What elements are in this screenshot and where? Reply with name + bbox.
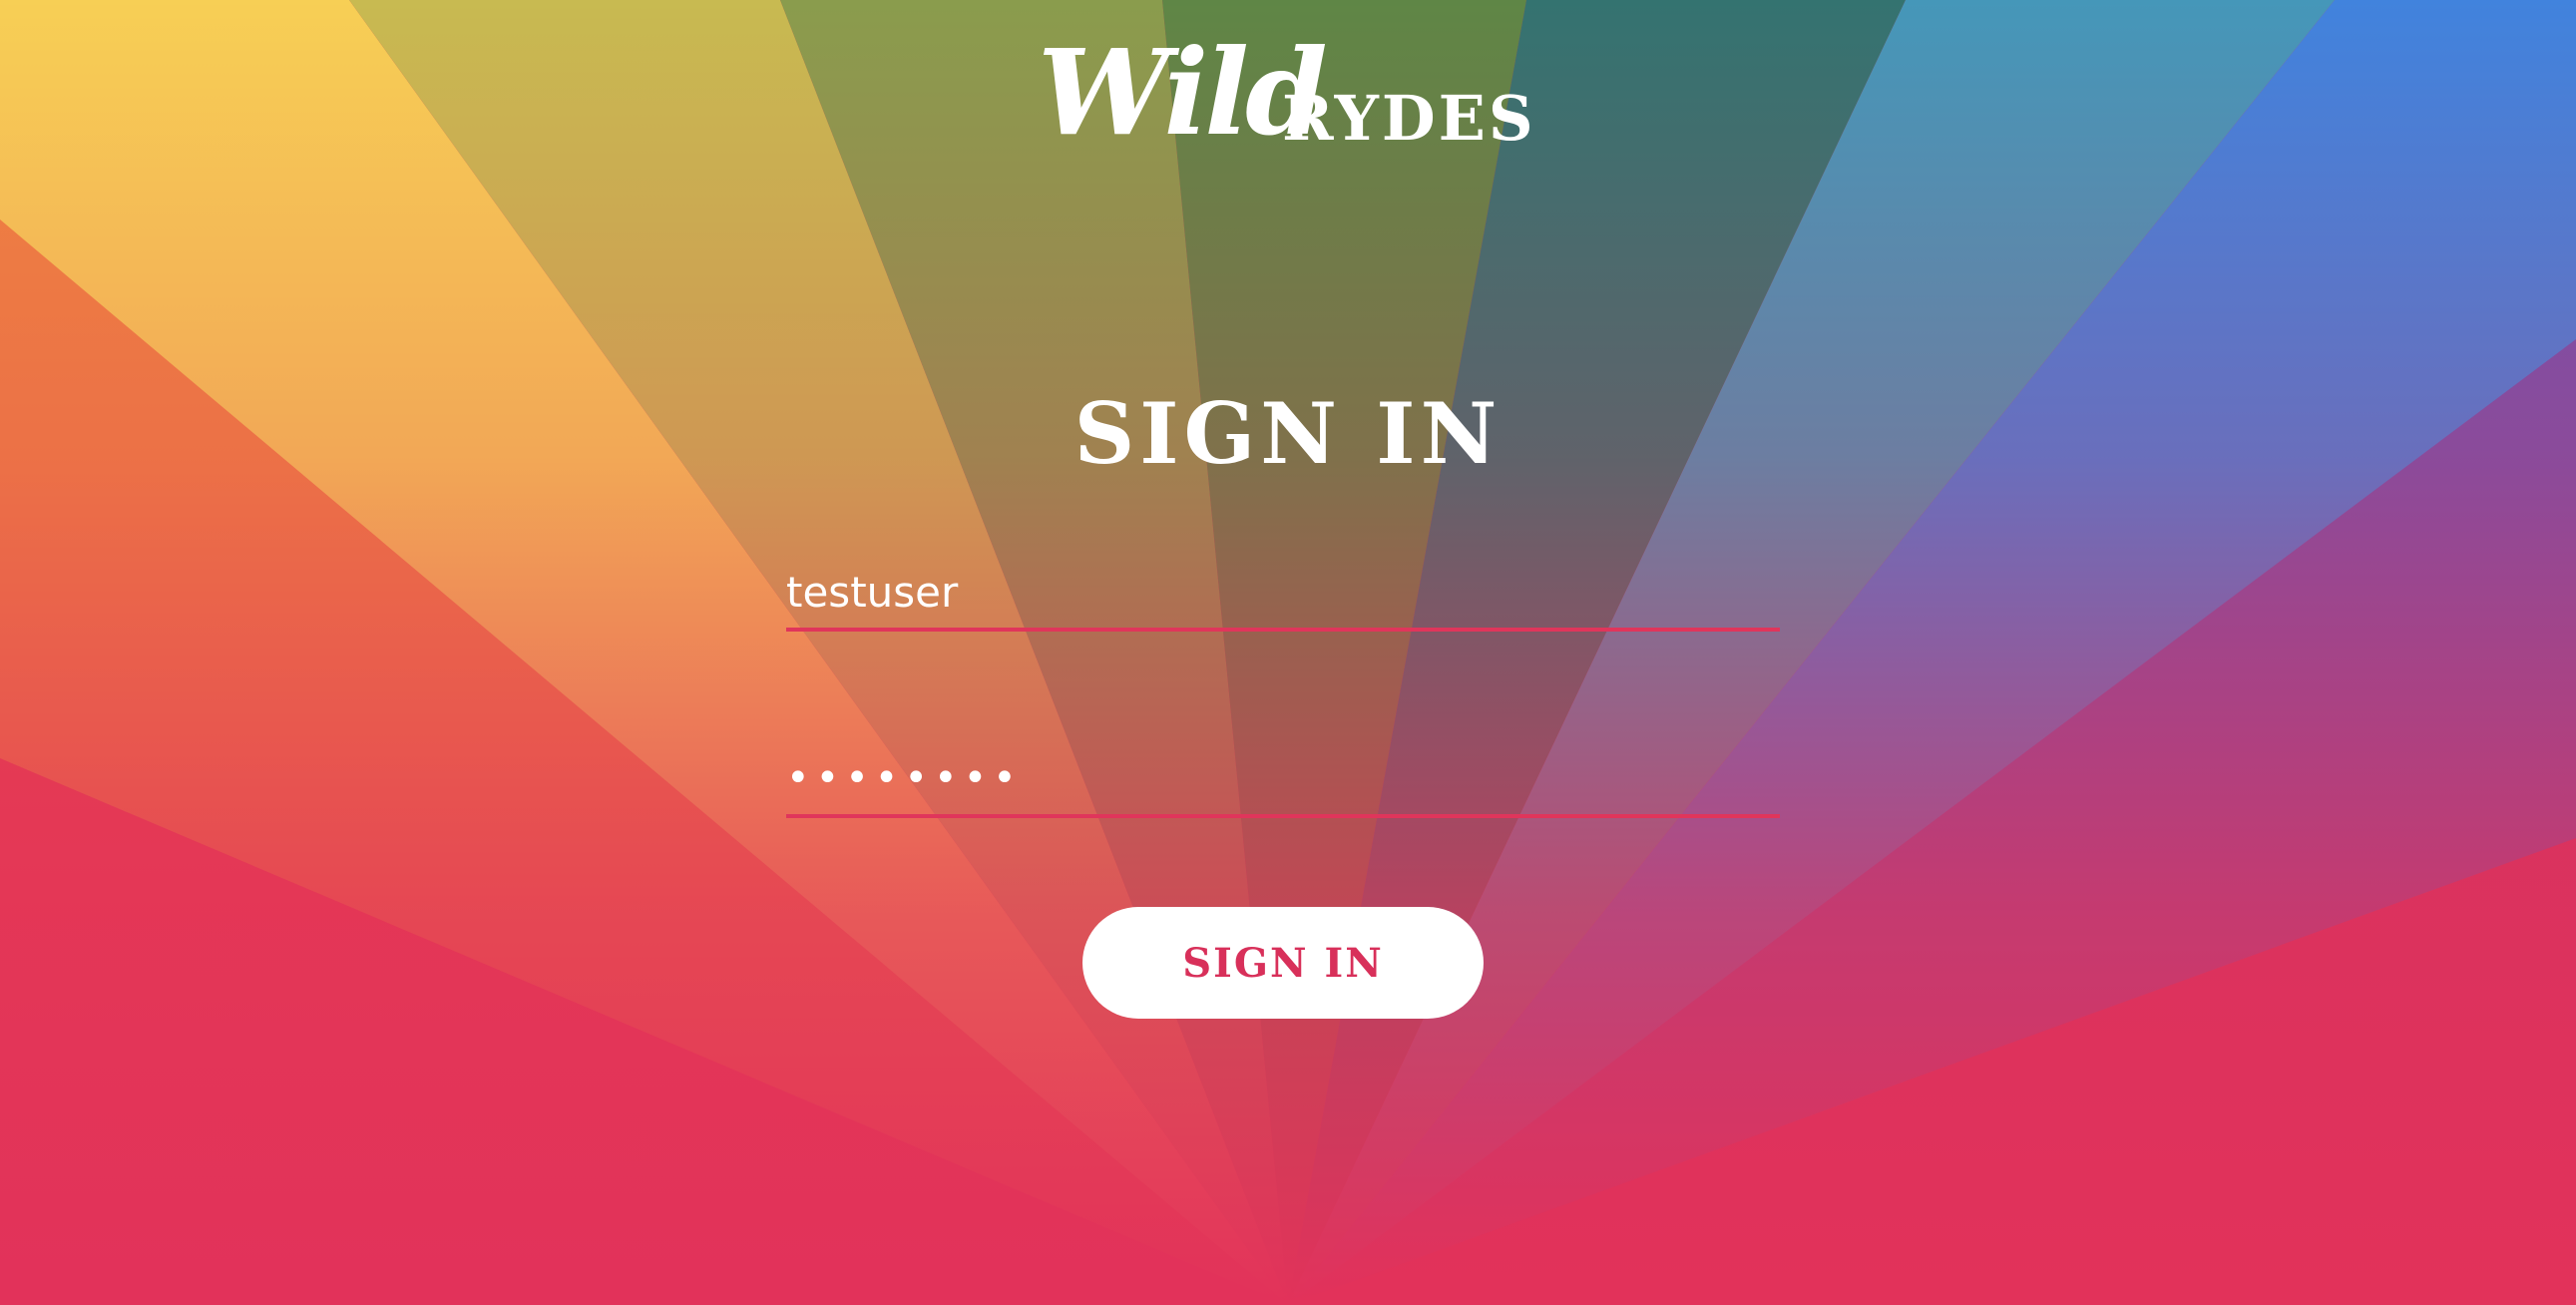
- page-title: SIGN IN: [1073, 384, 1503, 483]
- sign-in-button[interactable]: SIGN IN: [1082, 907, 1484, 1019]
- logo-script-text: Wild: [1038, 23, 1328, 162]
- username-input[interactable]: [786, 556, 1780, 632]
- sign-in-page: Wild RYDES SIGN IN SIGN IN: [0, 0, 2576, 1305]
- rainbow-background: [0, 0, 2576, 1305]
- wild-rydes-logo: Wild RYDES: [1038, 28, 1536, 158]
- password-input[interactable]: [786, 742, 1780, 818]
- logo-caps-text: RYDES: [1282, 82, 1536, 155]
